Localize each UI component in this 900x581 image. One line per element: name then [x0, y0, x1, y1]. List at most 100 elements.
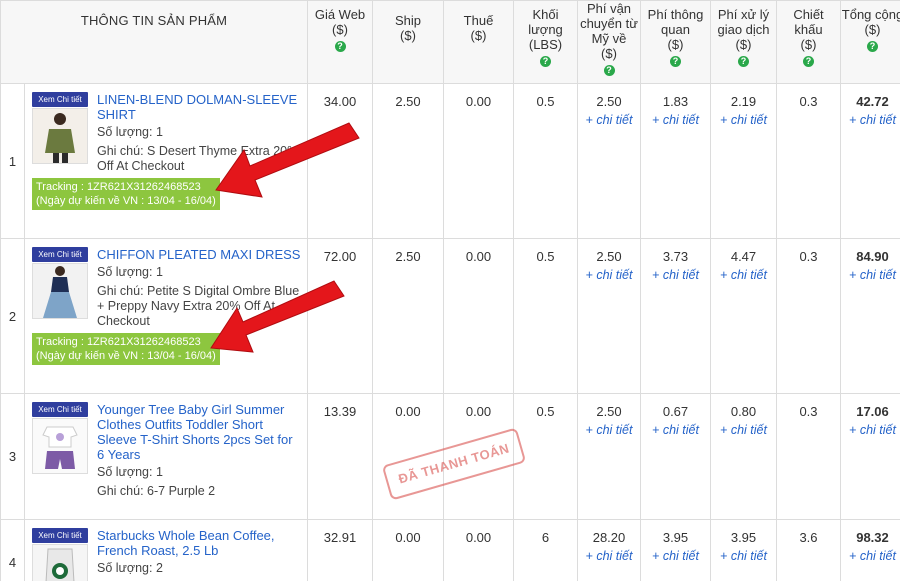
product-cell: Xem Chi tiết Starbucks Whole Bean Coffee… [24, 519, 308, 581]
tax-value: 0.00 [465, 530, 492, 545]
product-title-link[interactable]: LINEN-BLEND DOLMAN-SLEEVE SHIRT [97, 92, 301, 122]
header-line: ($) [800, 37, 817, 52]
row-index: 4 [0, 519, 25, 581]
help-icon[interactable]: ? [867, 41, 878, 52]
processing-value: 0.80 [730, 404, 757, 419]
detail-link[interactable]: + chi tiết [578, 549, 640, 563]
header-line: Phí thông [647, 7, 704, 22]
product-title-link[interactable]: Younger Tree Baby Girl Summer Clothes Ou… [97, 402, 301, 462]
product-quantity: Số lượng: 2 [97, 561, 163, 575]
tracking-number: Tracking : 1ZR621X31262468523 [36, 336, 201, 348]
detail-link[interactable]: + chi tiết [578, 268, 640, 282]
product-cell: Xem Chi tiết CHIFFON PLEATED MAXI DRESS [24, 238, 308, 394]
tax-value: 0.00 [465, 94, 492, 109]
total-value: 42.72 [856, 94, 889, 109]
product-cell: Xem Chi tiết Younger Tree Baby Girl Summ… [24, 393, 308, 520]
detail-link[interactable]: + chi tiết [711, 549, 776, 563]
header-line: lượng [528, 22, 563, 37]
header-ship: Ship ($) [372, 0, 444, 84]
header-line: ($) [601, 46, 617, 61]
detail-link[interactable]: + chi tiết [578, 113, 640, 127]
us-shipping-value: 2.50 [596, 94, 622, 109]
ship-value: 0.00 [395, 530, 421, 545]
detail-link[interactable]: + chi tiết [841, 549, 900, 563]
detail-link[interactable]: + chi tiết [841, 113, 900, 127]
tracking-badge[interactable]: Tracking : 1ZR621X31262468523 (Ngày dự k… [32, 178, 220, 210]
table-row: 1 Xem Chi tiết LINEN-BLEND DOLMAN-SLEEVE… [0, 83, 900, 239]
tax-value: 0.00 [465, 404, 492, 419]
header-line: ($) [332, 22, 348, 37]
order-table: THÔNG TIN SẢN PHẨM Giá Web ($) ? Ship ($… [0, 0, 900, 581]
header-line: ($) [864, 22, 881, 37]
header-line: Thuế [463, 13, 494, 28]
total-value: 98.32 [856, 530, 889, 545]
ship-value: 0.00 [395, 404, 421, 419]
product-title-link[interactable]: Starbucks Whole Bean Coffee, French Roas… [97, 528, 301, 558]
help-icon[interactable]: ? [603, 65, 615, 76]
detail-link[interactable]: + chi tiết [578, 423, 640, 437]
detail-link[interactable]: + chi tiết [641, 549, 710, 563]
detail-link[interactable]: + chi tiết [841, 423, 900, 437]
header-line: Ship [394, 13, 422, 28]
product-title-link[interactable]: CHIFFON PLEATED MAXI DRESS [97, 247, 301, 262]
header-line: ($) [667, 37, 684, 52]
table-header: THÔNG TIN SẢN PHẨM Giá Web ($) ? Ship ($… [0, 0, 900, 84]
header-line: ($) [470, 28, 487, 43]
help-icon[interactable]: ? [803, 56, 814, 67]
view-detail-button[interactable]: Xem Chi tiết [32, 92, 88, 107]
weight-value: 0.5 [536, 404, 555, 419]
row-index: 3 [0, 393, 25, 520]
tracking-badge[interactable]: Tracking : 1ZR621X31262468523 (Ngày dự k… [32, 333, 220, 365]
detail-link[interactable]: + chi tiết [841, 268, 900, 282]
tracking-number: Tracking : 1ZR621X31262468523 [36, 181, 201, 193]
view-detail-button[interactable]: Xem Chi tiết [32, 528, 88, 543]
header-line: Chiết [793, 7, 824, 22]
us-shipping-value: 2.50 [596, 249, 622, 264]
processing-value: 4.47 [730, 249, 757, 264]
detail-link[interactable]: + chi tiết [711, 113, 776, 127]
detail-link[interactable]: + chi tiết [711, 268, 776, 282]
header-web-price: Giá Web ($) ? [307, 0, 373, 84]
detail-link[interactable]: + chi tiết [641, 113, 710, 127]
product-quantity: Số lượng: 1 [97, 465, 163, 479]
header-us-shipping: Phí vận chuyển từ Mỹ về ($) ? [577, 0, 641, 84]
header-product-info: THÔNG TIN SẢN PHẨM [0, 0, 308, 84]
customs-value: 3.73 [662, 249, 689, 264]
detail-link[interactable]: + chi tiết [711, 423, 776, 437]
product-note: Ghi chú: Petite S Digital Ombre Blue + P… [97, 284, 300, 328]
product-thumbnail[interactable] [32, 263, 88, 319]
web-price-value: 34.00 [323, 94, 357, 109]
help-icon[interactable]: ? [670, 56, 681, 67]
help-icon[interactable]: ? [540, 56, 551, 67]
header-processing: Phí xử lý giao dịch ($) ? [710, 0, 777, 84]
header-line: (LBS) [528, 37, 563, 52]
header-line: ($) [735, 37, 752, 52]
view-detail-button[interactable]: Xem Chi tiết [32, 402, 88, 417]
web-price-value: 32.91 [323, 530, 357, 545]
total-value: 84.90 [856, 249, 889, 264]
product-thumbnail[interactable] [32, 544, 88, 581]
detail-link[interactable]: + chi tiết [641, 268, 710, 282]
discount-value: 0.3 [799, 249, 818, 264]
header-line: Giá Web [314, 7, 366, 22]
product-quantity: Số lượng: 1 [97, 125, 163, 139]
header-customs: Phí thông quan ($) ? [640, 0, 711, 84]
ship-value: 2.50 [395, 249, 421, 264]
product-thumbnail[interactable] [32, 108, 88, 164]
help-icon[interactable]: ? [738, 56, 749, 67]
row-index: 2 [0, 238, 25, 394]
header-line: Khối [532, 7, 559, 22]
tax-value: 0.00 [465, 249, 492, 264]
view-detail-button[interactable]: Xem Chi tiết [32, 247, 88, 262]
weight-value: 0.5 [536, 94, 555, 109]
help-icon[interactable]: ? [334, 41, 346, 52]
tracking-eta: (Ngày dự kiến về VN : 13/04 - 16/04) [36, 350, 216, 362]
header-line: Tổng cộng [841, 7, 900, 22]
header-discount: Chiết khấu ($) ? [776, 0, 841, 84]
us-shipping-value: 2.50 [596, 404, 622, 419]
product-thumbnail[interactable] [32, 418, 88, 474]
detail-link[interactable]: + chi tiết [641, 423, 710, 437]
us-shipping-value: 28.20 [592, 530, 626, 545]
web-price-value: 13.39 [323, 404, 357, 419]
total-value: 17.06 [856, 404, 889, 419]
